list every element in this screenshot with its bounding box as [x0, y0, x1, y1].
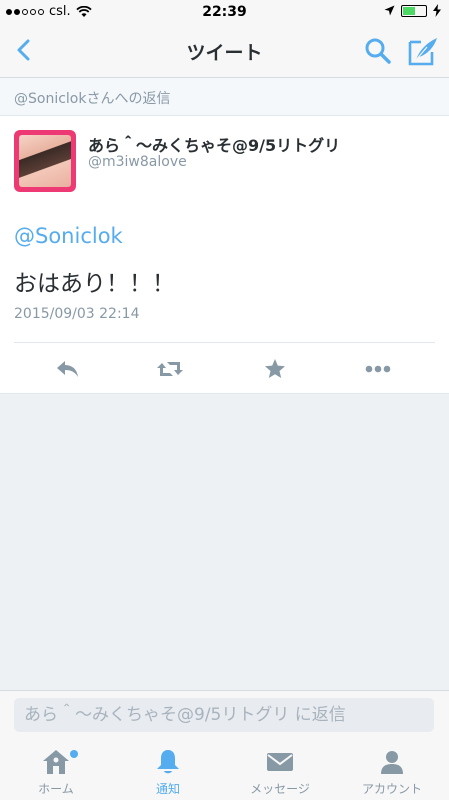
reply-bar [0, 690, 449, 740]
tab-messages-label: メッセージ [250, 782, 310, 796]
charging-bolt-icon [433, 4, 441, 17]
compose-tweet-button[interactable] [407, 35, 439, 67]
home-unread-badge [70, 750, 78, 758]
avatar[interactable] [14, 130, 76, 192]
mention-link[interactable]: @Soniclok [14, 224, 123, 248]
author-name[interactable]: あら＾〜みくちゃそ@9/5リトグリ [88, 132, 340, 156]
reply-icon [57, 361, 78, 377]
envelope-icon [264, 748, 296, 776]
tab-account[interactable]: アカウント [336, 740, 448, 800]
tab-account-label: アカウント [361, 782, 422, 796]
reply-input[interactable] [14, 698, 434, 732]
location-arrow-icon [384, 5, 395, 16]
star-icon [265, 359, 285, 378]
more-options-button[interactable] [364, 355, 392, 383]
reply-button[interactable] [54, 355, 82, 383]
person-icon [376, 748, 408, 776]
avatar-photo [19, 135, 71, 187]
navigation-bar: ツイート [0, 24, 449, 78]
home-icon [40, 748, 72, 776]
tab-home[interactable]: ホーム [0, 740, 112, 800]
tab-notifications[interactable]: 通知 [112, 740, 224, 800]
status-bar: csl. 22:39 [0, 0, 449, 24]
status-time: 22:39 [202, 4, 247, 20]
tab-notifications-label: 通知 [155, 782, 180, 796]
status-bar-right [384, 4, 441, 17]
tweet-detail: あら＾〜みくちゃそ@9/5リトグリ @m3iw8alove @Soniclok … [0, 116, 449, 394]
tweet-timestamp: 2015/09/03 22:14 [14, 306, 140, 322]
search-button[interactable] [363, 36, 393, 66]
reply-context-label: @Soniclokさんへの返信 [0, 78, 449, 116]
more-dots-icon [365, 365, 391, 373]
favorite-button[interactable] [261, 355, 289, 383]
battery-icon [401, 4, 427, 17]
tab-home-label: ホーム [38, 782, 74, 796]
search-icon [365, 38, 391, 64]
compose-quill-icon [408, 38, 437, 66]
retweet-button[interactable] [156, 355, 184, 383]
bell-icon [152, 748, 184, 776]
tab-bar: ホーム 通知 メッセージ アカウント [0, 740, 449, 800]
tweet-text: おはあり！！！ [14, 271, 175, 297]
retweet-icon [157, 362, 183, 376]
tab-messages[interactable]: メッセージ [224, 740, 336, 800]
tweet-actions [14, 342, 435, 394]
author-handle[interactable]: @m3iw8alove [88, 154, 187, 170]
